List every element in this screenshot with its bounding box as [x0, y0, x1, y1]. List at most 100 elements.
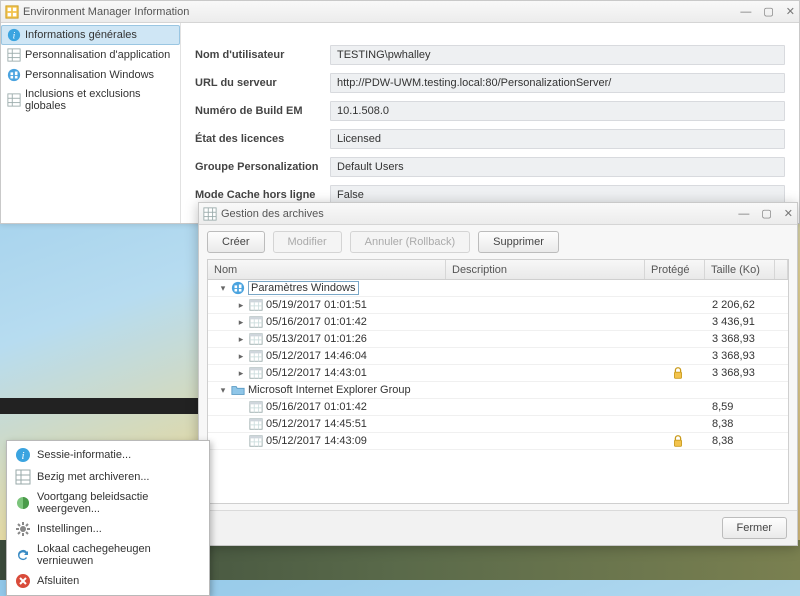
details-panel: Nom d'utilisateurTESTING\pwhalleyURL du …: [181, 23, 799, 223]
field-row-1: URL du serveurhttp://PDW-UWM.testing.loc…: [195, 73, 785, 93]
grid-icon: [203, 207, 217, 221]
archive-name: 05/13/2017 01:01:26: [266, 333, 367, 345]
archive-grid: Nom Description Protégé Taille (Ko) ▾ Par…: [207, 259, 789, 504]
nav-label: Informations générales: [25, 29, 137, 41]
nav-label: Personnalisation Windows: [25, 69, 154, 81]
archive-row[interactable]: ▸ 05/19/2017 01:01:51 2 206,62: [208, 297, 788, 314]
env-manager-window: Environment Manager Information — ▢ ✕ iI…: [0, 0, 800, 224]
date-icon: [249, 400, 263, 414]
env-title: Environment Manager Information: [23, 6, 740, 18]
expand-icon[interactable]: ▸: [236, 351, 246, 362]
nav-item-0[interactable]: i Informations générales: [1, 25, 180, 45]
menu-label: Sessie-informatie...: [37, 449, 131, 461]
svg-text:i: i: [13, 31, 16, 42]
close-red-icon: [15, 573, 31, 589]
grid-icon: [15, 469, 31, 485]
field-value: TESTING\pwhalley: [330, 45, 785, 65]
menu-item-1[interactable]: Bezig met archiveren...: [9, 466, 207, 488]
nav-label: Inclusions et exclusions globales: [25, 88, 174, 112]
grid-header: Nom Description Protégé Taille (Ko): [208, 260, 788, 280]
archive-toolbar: Créer Modifier Annuler (Rollback) Suppri…: [199, 225, 797, 259]
group-label: Microsoft Internet Explorer Group: [248, 384, 411, 396]
expand-icon[interactable]: ▸: [236, 334, 246, 345]
progress-icon: [15, 495, 31, 511]
minimize-button[interactable]: —: [740, 6, 751, 18]
menu-item-4[interactable]: Lokaal cachegeheugen vernieuwen: [9, 540, 207, 570]
field-value: 10.1.508.0: [330, 101, 785, 121]
menu-label: Voortgang beleidsactie weergeven...: [37, 491, 201, 515]
col-protected[interactable]: Protégé: [645, 260, 705, 279]
group-label: Paramètres Windows: [248, 281, 359, 295]
archive-row[interactable]: 05/16/2017 01:01:42 8,59: [208, 399, 788, 416]
archive-window: Gestion des archives — ▢ ✕ Créer Modifie…: [198, 202, 798, 546]
archive-size: 8,59: [708, 401, 778, 413]
folder-icon: [231, 383, 245, 397]
date-icon: [249, 298, 263, 312]
menu-label: Instellingen...: [37, 523, 102, 535]
archive-name: 05/19/2017 01:01:51: [266, 299, 367, 311]
archive-row[interactable]: ▸05/12/2017 14:43:013 368,93: [208, 365, 788, 382]
archive-size: 3 436,91: [708, 316, 778, 328]
nav-item-2[interactable]: Personnalisation Windows: [1, 65, 180, 85]
menu-label: Bezig met archiveren...: [37, 471, 150, 483]
group-row[interactable]: ▾ Microsoft Internet Explorer Group: [208, 382, 788, 399]
env-titlebar[interactable]: Environment Manager Information — ▢ ✕: [1, 1, 799, 23]
info-icon: i: [15, 447, 31, 463]
archive-size: 8,38: [708, 435, 778, 447]
maximize-button[interactable]: ▢: [763, 5, 773, 18]
archive-row[interactable]: 05/12/2017 14:45:518,38: [208, 416, 788, 433]
field-value: Licensed: [330, 129, 785, 149]
field-label: État des licences: [195, 133, 330, 145]
collapse-icon[interactable]: ▾: [218, 283, 228, 294]
refresh-icon: [15, 547, 31, 563]
close-dialog-button[interactable]: Fermer: [722, 517, 787, 539]
menu-item-2[interactable]: Voortgang beleidsactie weergeven...: [9, 488, 207, 518]
date-icon: [249, 434, 263, 448]
field-value: Default Users: [330, 157, 785, 177]
rollback-button: Annuler (Rollback): [350, 231, 470, 253]
close-button[interactable]: ✕: [784, 207, 793, 220]
field-label: Groupe Personalization: [195, 161, 330, 173]
archive-row[interactable]: ▸ 05/13/2017 01:01:26 3 368,93: [208, 331, 788, 348]
archive-titlebar[interactable]: Gestion des archives — ▢ ✕: [199, 203, 797, 225]
archive-row[interactable]: ▸05/12/2017 14:46:043 368,93: [208, 348, 788, 365]
col-name[interactable]: Nom: [208, 260, 446, 279]
grid-body[interactable]: ▾Paramètres Windows▸05/19/2017 01:01:512…: [208, 280, 788, 503]
archive-name: 05/12/2017 14:46:04: [266, 350, 367, 362]
menu-item-5[interactable]: Afsluiten: [9, 570, 207, 592]
field-row-3: État des licencesLicensed: [195, 129, 785, 149]
archive-row[interactable]: 05/12/2017 14:43:09 8,38: [208, 433, 788, 450]
menu-item-3[interactable]: Instellingen...: [9, 518, 207, 540]
info-icon: i: [7, 28, 21, 42]
archive-name: 05/12/2017 14:43:01: [266, 367, 367, 379]
close-button[interactable]: ✕: [786, 5, 795, 18]
expand-icon[interactable]: ▸: [236, 317, 246, 328]
date-icon: [249, 349, 263, 363]
menu-label: Lokaal cachegeheugen vernieuwen: [37, 543, 201, 567]
col-size[interactable]: Taille (Ko): [705, 260, 775, 279]
minimize-button[interactable]: —: [738, 208, 749, 220]
col-desc[interactable]: Description: [446, 260, 645, 279]
field-row-4: Groupe PersonalizationDefault Users: [195, 157, 785, 177]
archive-name: 05/12/2017 14:43:09: [266, 435, 367, 447]
group-row[interactable]: ▾ Paramètres Windows: [208, 280, 788, 297]
grid-icon: [7, 93, 21, 107]
expand-icon[interactable]: ▸: [236, 300, 246, 311]
delete-button[interactable]: Supprimer: [478, 231, 559, 253]
expand-icon[interactable]: ▸: [236, 368, 246, 379]
field-label: Numéro de Build EM: [195, 105, 330, 117]
tray-menu: i Sessie-informatie... Bezig met archivere…: [6, 440, 210, 596]
menu-item-0[interactable]: i Sessie-informatie...: [9, 444, 207, 466]
nav-item-3[interactable]: Inclusions et exclusions globales: [1, 85, 180, 115]
archive-size: 2 206,62: [708, 299, 778, 311]
date-icon: [249, 315, 263, 329]
nav-label: Personnalisation d'application: [25, 49, 170, 61]
windows-icon: [7, 68, 21, 82]
create-button[interactable]: Créer: [207, 231, 265, 253]
nav-item-1[interactable]: Personnalisation d'application: [1, 45, 180, 65]
collapse-icon[interactable]: ▾: [218, 385, 228, 396]
maximize-button[interactable]: ▢: [761, 207, 771, 220]
archive-name: 05/16/2017 01:01:42: [266, 401, 367, 413]
archive-row[interactable]: ▸05/16/2017 01:01:423 436,91: [208, 314, 788, 331]
archive-size: 3 368,93: [708, 333, 778, 345]
